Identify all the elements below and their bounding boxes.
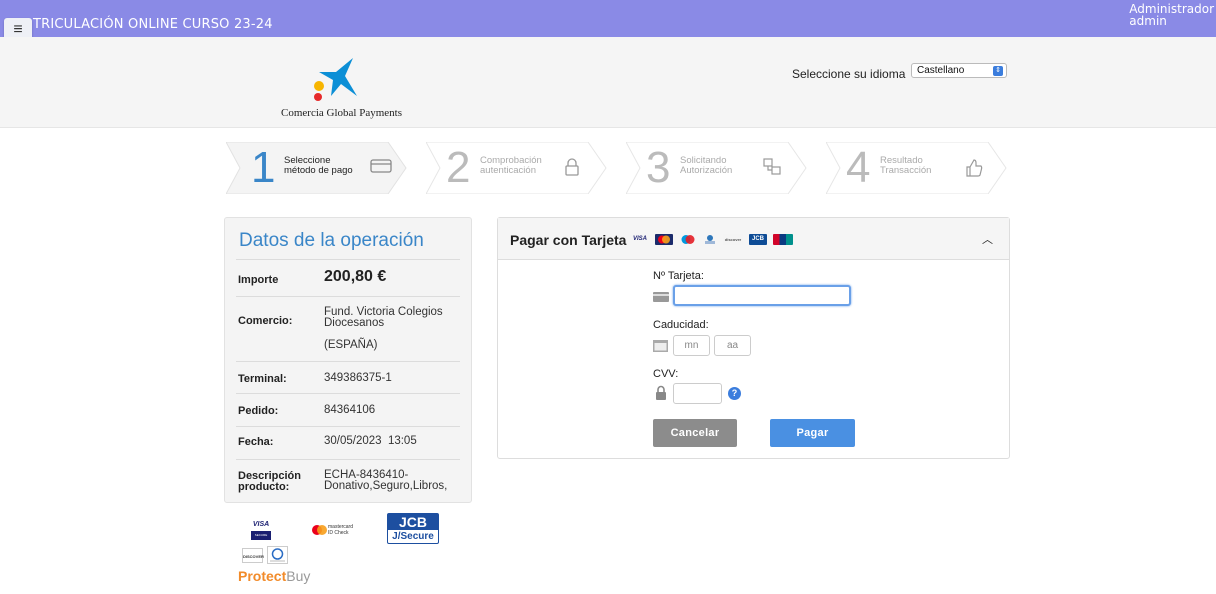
expiry-month-input[interactable]: mn (673, 335, 710, 356)
mastercard-idcheck-line2: ID Check (328, 530, 349, 536)
expiry-label: Caducidad: (653, 319, 709, 331)
jcb-jsecure-logo: JCB J/Secure (387, 513, 439, 544)
visa-secure-logo: VISA SECURE (251, 521, 271, 543)
divider (236, 361, 460, 362)
diners-circle-icon (270, 548, 285, 562)
calendar-icon (653, 340, 668, 352)
fecha-value: 30/05/2023 13:05 (324, 435, 417, 447)
step-text: Resultado Transacción (880, 156, 931, 176)
importe-value: 200,80 € (324, 268, 387, 285)
fecha-label: Fecha: (238, 436, 274, 448)
transfer-icon (763, 158, 781, 175)
terminal-label: Terminal: (238, 373, 287, 385)
pedido-value: 84364106 (324, 404, 376, 416)
star-logo-icon (314, 58, 357, 101)
step-line2: Autorización (680, 165, 733, 176)
mastercard-idcheck-text: mastercard ID Check (328, 524, 353, 536)
credit-card-icon (370, 159, 392, 173)
comercia-logo: Comercia Global Payments (281, 54, 402, 124)
step-text: Comprobación autenticación (480, 156, 542, 176)
expiry-year-input[interactable]: aa (714, 335, 751, 356)
card-number-label: Nº Tarjeta: (653, 270, 704, 282)
logo-text: Comercia Global Payments (281, 107, 402, 119)
hamburger-icon: ≡ (13, 21, 23, 38)
card-payment-header[interactable]: Pagar con Tarjeta VISA discover JCB ︿ (498, 218, 1009, 260)
top-bar: ≡ TRICULACIÓN ONLINE CURSO 23-24 Adminis… (0, 0, 1216, 42)
discover-protect-logo: DISCOVER (242, 548, 264, 563)
descripcion-value-line2: Donativo,Seguro,Libros, (324, 480, 448, 492)
user-login: admin (1129, 14, 1167, 28)
jcb-brand-icon: JCB (749, 234, 767, 245)
step-number: 1 (251, 143, 276, 192)
payment-header: Comercia Global Payments Seleccione su i… (0, 37, 1216, 128)
thumbs-up-icon (966, 159, 983, 177)
cvv-help-icon[interactable]: ? (728, 387, 741, 400)
amex-brand-icon (703, 234, 717, 245)
divider (236, 259, 460, 260)
comercio-label: Comercio: (238, 315, 293, 327)
comercio-value-line3: (ESPAÑA) (324, 339, 378, 351)
cancel-button[interactable]: Cancelar (653, 419, 737, 447)
pay-button[interactable]: Pagar (770, 419, 855, 447)
cvv-label: CVV: (653, 368, 679, 380)
language-select[interactable]: Castellano ⇕ (911, 63, 1007, 78)
cvv-lock-icon (656, 385, 666, 400)
importe-label: Importe (238, 274, 279, 286)
terminal-value: 349386375-1 (324, 372, 392, 384)
mastercard-idcheck-logo: mastercard ID Check (311, 523, 371, 537)
card-number-icon (653, 292, 669, 302)
dinersclub-logo (267, 546, 288, 564)
unionpay-brand-icon (773, 234, 793, 245)
descripcion-label-line2: producto: (238, 481, 290, 493)
mastercard-brand-icon (655, 234, 673, 245)
operation-title: Datos de la operación (239, 230, 424, 251)
user-menu[interactable]: Administrador admin (1129, 3, 1214, 27)
card-payment-title: Pagar con Tarjeta (510, 232, 627, 248)
jcb-jsecure-top: JCB (388, 514, 438, 530)
card-payment-panel: Pagar con Tarjeta VISA discover JCB ︿ Nº… (497, 217, 1010, 459)
pedido-label: Pedido: (238, 405, 279, 417)
step-text: Seleccione método de pago (284, 156, 353, 176)
divider (236, 459, 460, 460)
divider (236, 393, 460, 394)
lock-icon (565, 158, 579, 176)
step-line2: método de pago (284, 165, 353, 176)
select-arrow-icon: ⇕ (993, 66, 1003, 76)
divider (236, 426, 460, 427)
visa-secure-top: VISA (252, 521, 270, 528)
protectbuy-b: Buy (286, 568, 311, 584)
step-number: 3 (646, 143, 671, 192)
step-line2: Transacción (880, 165, 932, 176)
maestro-brand-icon (679, 234, 697, 245)
comercio-value-line2: Diocesanos (324, 317, 385, 329)
divider (236, 296, 460, 297)
step-number: 2 (446, 143, 471, 192)
discover-brand-icon: discover (723, 234, 743, 245)
card-number-input[interactable] (673, 285, 851, 306)
step-1: 1 Seleccione método de pago (226, 142, 408, 194)
jcb-jsecure-bottom: J/Secure (392, 531, 434, 542)
language-value: Castellano (917, 65, 965, 76)
step-3: 3 Solicitando Autorización (626, 142, 808, 194)
step-4: 4 Resultado Transacción (826, 142, 1008, 194)
operation-details-panel: Datos de la operación Importe 200,80 € C… (224, 217, 472, 503)
protectbuy-logo: ProtectBuy (238, 568, 310, 584)
mastercard-circles-icon (312, 525, 327, 535)
protectbuy-a: Protect (238, 568, 287, 584)
cvv-input[interactable] (673, 383, 722, 404)
step-2: 2 Comprobación autenticación (426, 142, 608, 194)
step-number: 4 (846, 143, 871, 192)
collapse-chevron-icon[interactable]: ︿ (982, 231, 993, 247)
payment-steps: 1 Seleccione método de pago 2 Comprobaci… (226, 142, 1016, 194)
language-label: Seleccione su idioma (792, 67, 906, 81)
step-line2: autenticación (480, 165, 536, 176)
visa-secure-bottom: SECURE (251, 531, 271, 540)
app-title: TRICULACIÓN ONLINE CURSO 23-24 (33, 17, 273, 32)
visa-brand-icon: VISA (632, 236, 647, 242)
step-text: Solicitando Autorización (680, 156, 732, 176)
